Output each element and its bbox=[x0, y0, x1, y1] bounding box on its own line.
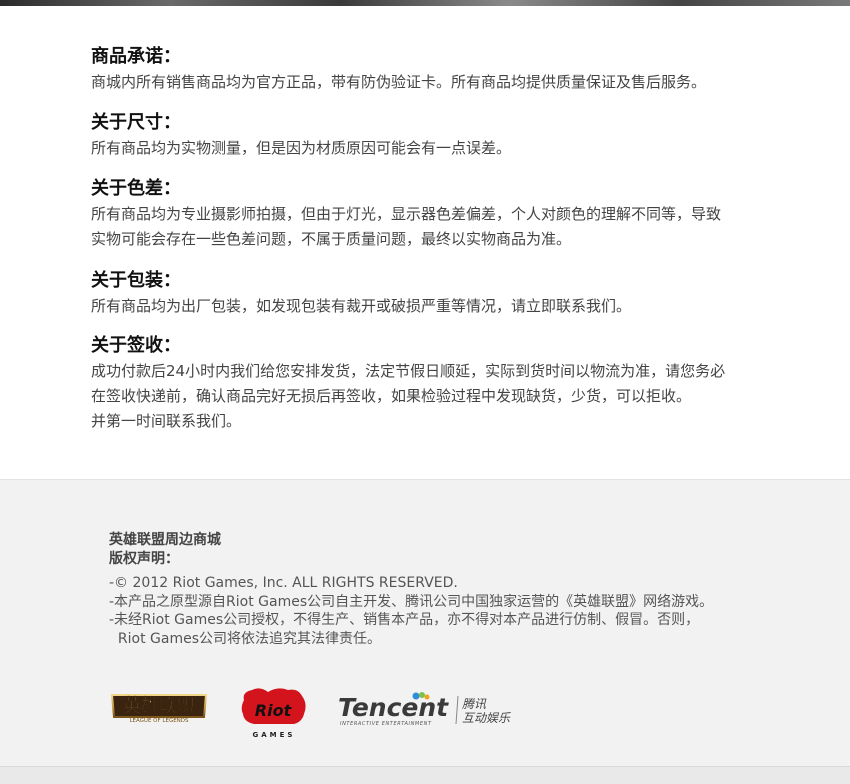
section-size: 关于尺寸： 所有商品均为实物测量，但是因为材质原因可能会有一点误差。 bbox=[91, 110, 781, 161]
svg-text:腾讯: 腾讯 bbox=[462, 697, 487, 711]
section-body-line: 所有商品均为实物测量，但是因为材质原因可能会有一点误差。 bbox=[91, 139, 512, 157]
legal-line: -未经Riot Games公司授权，不得生产、销售本产品，亦不得对本产品进行仿制… bbox=[109, 612, 700, 628]
legal-line: -本产品之原型源自Riot Games公司自主开发、腾讯公司中国独家运营的《英雄… bbox=[109, 593, 714, 610]
section-body-line: 在签收快递前，确认商品完好无损后再签收，如果检验过程中发现缺货，少货，可以拒收。 bbox=[91, 387, 692, 405]
top-banner-image bbox=[0, 0, 850, 6]
section-title: 商品承诺： bbox=[91, 46, 181, 67]
footer-legal-text: -© 2012 Riot Games, Inc. ALL RIGHTS RESE… bbox=[109, 574, 789, 648]
svg-text:Tencent: Tencent bbox=[338, 693, 449, 722]
footer-bottom-bar bbox=[0, 766, 850, 784]
section-title: 关于签收： bbox=[91, 335, 181, 356]
section-body-line: 商城内所有销售商品均为官方正品，带有防伪验证卡。所有商品均提供质量保证及售后服务… bbox=[91, 73, 707, 91]
section-title: 关于尺寸： bbox=[91, 112, 181, 133]
section-title: 关于色差： bbox=[91, 178, 181, 199]
svg-text:Riot: Riot bbox=[255, 701, 293, 720]
section-body-line: 所有商品均为出厂包装，如发现包装有裁开或破损严重等情况，请立即联系我们。 bbox=[91, 297, 632, 315]
riot-games-logo: Riot GAMES bbox=[241, 688, 306, 739]
section-body-line: 并第一时间联系我们。 bbox=[91, 412, 242, 430]
svg-text:INTERACTIVE ENTERTAINMENT: INTERACTIVE ENTERTAINMENT bbox=[340, 721, 432, 727]
section-title: 关于包装： bbox=[91, 270, 181, 291]
section-color: 关于色差： 所有商品均为专业摄影师拍摄，但由于灯光，显示器色差偏差，个人对颜色的… bbox=[91, 176, 781, 252]
legal-line: -© 2012 Riot Games, Inc. ALL RIGHTS RESE… bbox=[109, 575, 458, 591]
section-delivery: 关于签收： 成功付款后24小时内我们给您安排发货，法定节假日顺延，实际到货时间以… bbox=[91, 333, 781, 434]
section-body-line: 成功付款后24小时内我们给您安排发货，法定节假日顺延，实际到货时间以物流为准，请… bbox=[91, 362, 726, 380]
svg-text:GAMES: GAMES bbox=[253, 731, 296, 739]
svg-text:LEAGUE OF LEGENDS: LEAGUE OF LEGENDS bbox=[129, 718, 189, 724]
svg-text:英雄联盟: 英雄联盟 bbox=[122, 695, 195, 717]
legal-line: Riot Games公司将依法追究其法律责任。 bbox=[109, 630, 381, 647]
tencent-interactive-entertainment-logo: Tencent INTERACTIVE ENTERTAINMENT 腾讯 互动娱… bbox=[338, 692, 511, 727]
section-packaging: 关于包装： 所有商品均为出厂包装，如发现包装有裁开或破损严重等情况，请立即联系我… bbox=[91, 268, 781, 319]
footer-rights-title: 版权声明： bbox=[109, 551, 179, 567]
league-of-legends-logo: 英雄联盟 LEAGUE OF LEGENDS bbox=[110, 694, 208, 724]
section-promise: 商品承诺： 商城内所有销售商品均为官方正品，带有防伪验证卡。所有商品均提供质量保… bbox=[91, 44, 781, 95]
svg-text:互动娱乐: 互动娱乐 bbox=[462, 711, 511, 725]
section-body-line: 所有商品均为专业摄影师拍摄，但由于灯光，显示器色差偏差，个人对颜色的理解不同等，… bbox=[91, 205, 722, 223]
section-body-line: 实物可能会存在一些色差问题，不属于质量问题，最终以实物商品为准。 bbox=[91, 230, 572, 248]
footer-mall-name: 英雄联盟周边商城 bbox=[109, 532, 221, 548]
